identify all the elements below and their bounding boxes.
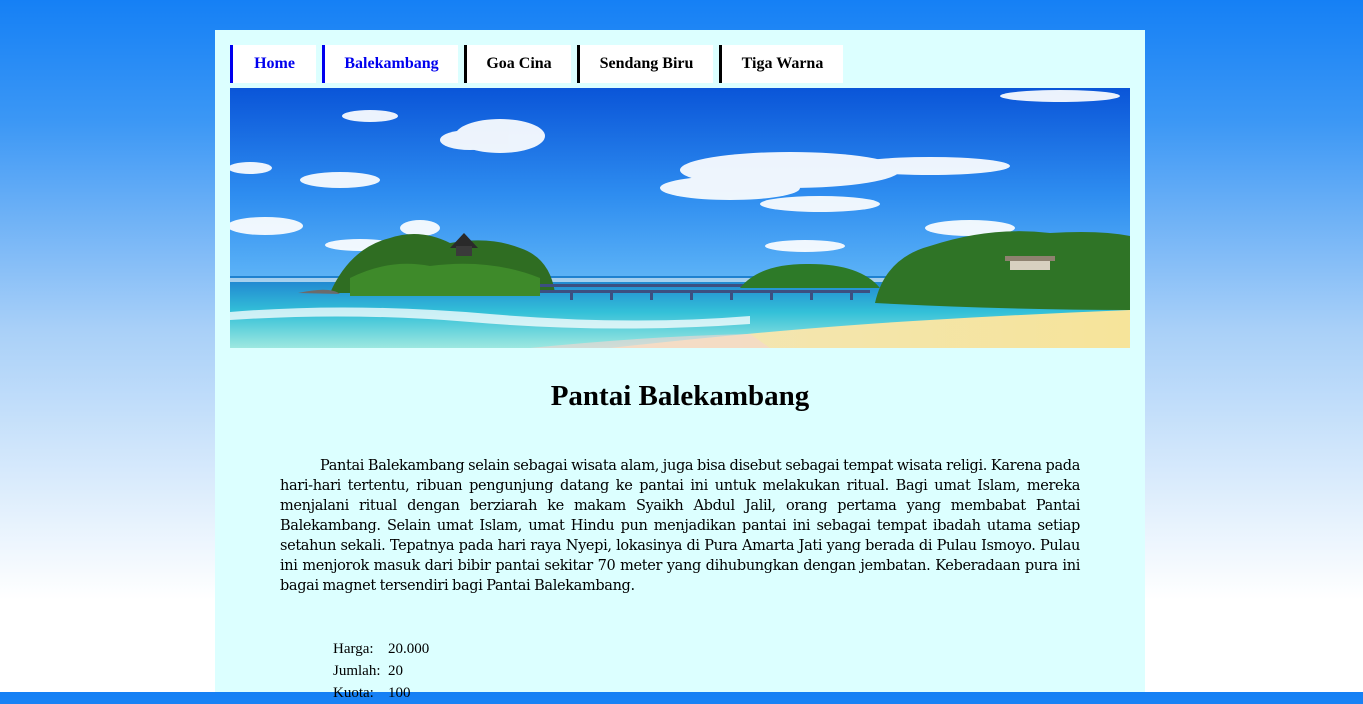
price-label: Harga: bbox=[333, 641, 374, 657]
quota-value: 100 bbox=[388, 685, 411, 701]
quantity-value: 20 bbox=[388, 663, 403, 679]
nav-bar: Home Balekambang Goa Cina Sendang Biru T… bbox=[230, 45, 843, 83]
nav-home[interactable]: Home bbox=[230, 45, 316, 83]
page-title: Pantai Balekambang bbox=[550, 380, 810, 412]
nav-sendang-biru[interactable]: Sendang Biru bbox=[577, 45, 713, 83]
quantity-row: Jumlah: 20 bbox=[333, 660, 429, 682]
beach-banner-image bbox=[230, 88, 1130, 348]
quantity-label: Jumlah: bbox=[333, 663, 381, 679]
info-section: Harga: 20.000 Jumlah: 20 Kuota: 100 bbox=[333, 638, 429, 704]
price-row: Harga: 20.000 bbox=[333, 638, 429, 660]
price-value: 20.000 bbox=[388, 641, 430, 657]
description-paragraph: Pantai Balekambang selain sebagai wisata… bbox=[280, 458, 1080, 594]
nav-balekambang[interactable]: Balekambang bbox=[322, 45, 458, 83]
nav-tiga-warna[interactable]: Tiga Warna bbox=[719, 45, 843, 83]
content-panel: Home Balekambang Goa Cina Sendang Biru T… bbox=[215, 30, 1145, 701]
nav-goa-cina[interactable]: Goa Cina bbox=[464, 45, 571, 83]
quota-label: Kuota: bbox=[333, 685, 374, 701]
quota-row: Kuota: 100 bbox=[333, 682, 429, 704]
